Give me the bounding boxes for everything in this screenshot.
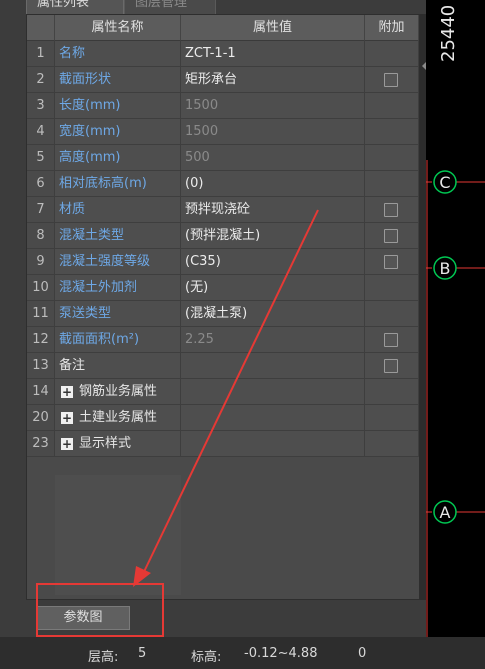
annotation-arrow	[140, 209, 319, 579]
elevation-label: 标高:	[191, 650, 222, 665]
status-bar: 层高: 5 标高: -0.12~4.88 0	[0, 637, 485, 669]
axis-label-a: A	[440, 503, 451, 522]
annotation-arrow-layer	[133, 209, 319, 587]
floor-height-value: 5	[138, 646, 147, 661]
axis-label-b: B	[440, 259, 451, 278]
cad-canvas[interactable]: 25440 C B A	[426, 0, 485, 637]
axis-label-c: C	[439, 173, 450, 192]
annotation-arrow-head-icon	[133, 566, 151, 587]
floor-height-label: 层高:	[88, 650, 119, 665]
cad-drawing: C B A	[426, 160, 485, 637]
app-window: 属性列表 图层管理 属性名称 属性值 附加 1 名称 ZCT-1-1 2 截面形状 矩形承…	[0, 0, 485, 669]
status-extra-value: 0	[358, 646, 367, 661]
elevation-value: -0.12~4.88	[244, 646, 318, 661]
